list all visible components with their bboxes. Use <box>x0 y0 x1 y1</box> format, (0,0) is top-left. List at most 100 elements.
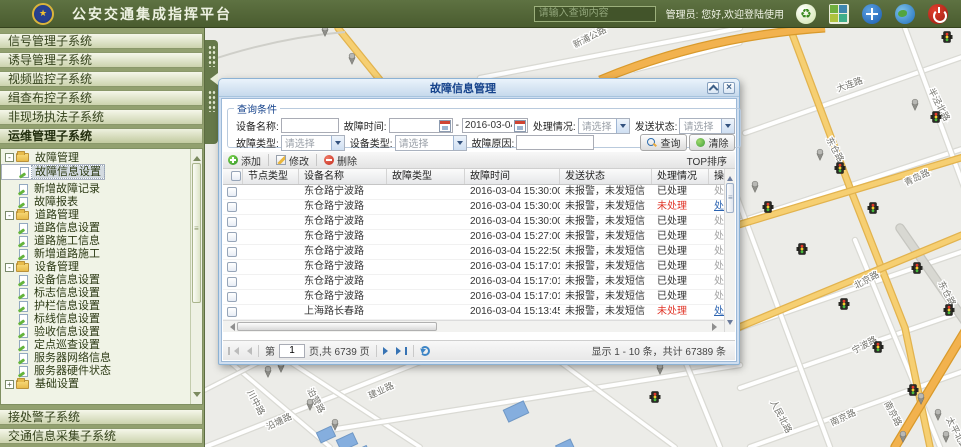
modify-button[interactable]: 修改 <box>271 153 314 168</box>
search-button[interactable]: 查询 <box>640 134 687 151</box>
refresh-icon[interactable] <box>420 346 430 356</box>
tree-leaf-item[interactable]: 新增故障记录 <box>1 183 189 196</box>
tree-folder-item[interactable]: +基础设置 <box>1 378 189 391</box>
header-checkbox[interactable] <box>231 171 241 181</box>
scroll-right-icon[interactable] <box>712 323 721 331</box>
tree-leaf-item[interactable]: 标志信息设置 <box>1 287 189 300</box>
row-checkbox[interactable] <box>227 262 237 272</box>
tree-leaf-item[interactable]: 验收信息设置 <box>1 326 189 339</box>
delete-button[interactable]: 删除 <box>319 153 362 168</box>
globe-icon[interactable] <box>895 4 915 24</box>
tree-leaf-item[interactable]: 设备信息设置 <box>1 274 189 287</box>
sidebar-panel-交通信息采集子系统[interactable]: 交通信息采集子系统 <box>0 428 203 444</box>
column-header-节点类型[interactable]: 节点类型 <box>243 169 299 184</box>
column-header-发送状态[interactable]: 发送状态 <box>560 169 652 184</box>
tree-scrollbar[interactable] <box>190 149 202 404</box>
scroll-up-icon[interactable] <box>193 152 201 161</box>
sidebar-panel-诱导管理子系统[interactable]: 诱导管理子系统 <box>0 52 203 68</box>
dialog-titlebar[interactable]: 故障信息管理 × <box>219 79 739 97</box>
tree-folder-item[interactable]: -道路管理 <box>1 209 189 222</box>
scroll-thumb[interactable] <box>192 163 201 303</box>
fault-type-select[interactable]: 请选择 <box>281 135 345 151</box>
calendar-icon[interactable] <box>439 120 451 132</box>
vscroll-thumb[interactable] <box>726 183 734 213</box>
header-search-input[interactable] <box>534 6 656 22</box>
first-page-button[interactable] <box>228 347 239 355</box>
row-checkbox[interactable] <box>227 292 237 302</box>
row-checkbox[interactable] <box>227 307 237 317</box>
scroll-up-icon[interactable] <box>727 173 733 181</box>
sidebar-collapse-handle[interactable] <box>205 40 218 144</box>
device-type-select[interactable]: 请选择 <box>395 135 467 151</box>
table-hscrollbar[interactable] <box>223 320 724 332</box>
tree-leaf-item[interactable]: 新增道路施工 <box>1 248 189 261</box>
row-checkbox[interactable] <box>227 247 237 257</box>
sidebar-panel-非现场执法子系统[interactable]: 非现场执法子系统 <box>0 109 203 125</box>
tree-leaf-item[interactable]: 故障报表 <box>1 196 189 209</box>
row-checkbox[interactable] <box>227 232 237 242</box>
table-row[interactable]: 东仓路宁波路2016-03-04 15:17:01未报警，未发短信已处理处理 <box>223 260 735 275</box>
recycle-icon[interactable]: ♻ <box>796 4 816 24</box>
row-checkbox[interactable] <box>227 277 237 287</box>
fault-time-to-input[interactable] <box>463 119 514 132</box>
tree-folder-item[interactable]: -故障管理 <box>1 151 189 164</box>
handle-status-select[interactable]: 请选择 <box>578 118 630 134</box>
table-row[interactable]: 东仓路宁波路2016-03-04 15:22:50未报警，未发短信已处理处理 <box>223 245 735 260</box>
fault-reason-input[interactable] <box>516 135 594 150</box>
column-header-故障类型[interactable]: 故障类型 <box>387 169 465 184</box>
tree-folder-item[interactable]: -设备管理 <box>1 261 189 274</box>
tree-leaf-item[interactable]: 服务器硬件状态 <box>1 365 189 378</box>
table-row[interactable]: 东仓路宁波路2016-03-04 15:17:01未报警，未发短信已处理处理 <box>223 290 735 305</box>
sidebar-panel-信号管理子系统[interactable]: 信号管理子系统 <box>0 33 203 49</box>
table-row[interactable]: 上海路长春路2016-03-04 15:13:45未报警，未发短信未处理处理 <box>223 305 735 320</box>
table-row[interactable]: 东仓路宁波路2016-03-04 15:17:01未报警，未发短信已处理处理 <box>223 275 735 290</box>
add-button[interactable]: 添加 <box>223 153 266 168</box>
hscroll-thumb[interactable] <box>237 322 437 331</box>
top-sort-link[interactable]: TOP排序 <box>687 153 727 168</box>
tree-toggle-icon[interactable]: + <box>5 380 14 389</box>
tree-leaf-item[interactable]: 故障信息设置 <box>1 164 105 180</box>
sidebar-panel-缉查布控子系统[interactable]: 缉查布控子系统 <box>0 90 203 106</box>
page-number-input[interactable] <box>279 344 305 358</box>
tree-toggle-icon[interactable]: - <box>5 211 14 220</box>
table-row[interactable]: 东仓路宁波路2016-03-04 15:30:00未报警，未发短信未处理处理 <box>223 200 735 215</box>
plus-icon[interactable] <box>862 4 882 24</box>
column-header-处理情况[interactable]: 处理情况 <box>652 169 709 184</box>
calendar-icon[interactable] <box>514 120 526 132</box>
scroll-left-icon[interactable] <box>226 323 235 331</box>
tree-leaf-item[interactable]: 护栏信息设置 <box>1 300 189 313</box>
tree-leaf-item[interactable]: 道路信息设置 <box>1 222 189 235</box>
tree-leaf-item[interactable]: 定点巡查设置 <box>1 339 189 352</box>
prev-page-button[interactable] <box>243 347 252 355</box>
row-checkbox[interactable] <box>227 217 237 227</box>
map-canvas[interactable]: 新浦公路大连路半泾北路东仓路青岛路北京路东仓路宁波路人民北路南京路南京路太平北路… <box>205 28 961 447</box>
scroll-down-icon[interactable] <box>727 320 733 328</box>
next-page-button[interactable] <box>383 347 392 355</box>
table-row[interactable]: 东仓路宁波路2016-03-04 15:30:00未报警，未发短信已处理处理 <box>223 215 735 230</box>
table-row[interactable]: 东仓路宁波路2016-03-04 15:27:00未报警，未发短信已处理处理 <box>223 230 735 245</box>
power-icon[interactable] <box>928 4 948 24</box>
tree-toggle-icon[interactable]: - <box>5 263 14 272</box>
column-header-故障时间[interactable]: 故障时间 <box>465 169 560 184</box>
tree-toggle-icon[interactable]: - <box>5 153 14 162</box>
table-vscrollbar[interactable] <box>724 169 735 332</box>
tree-leaf-item[interactable]: 服务器网络信息 <box>1 352 189 365</box>
table-row[interactable]: 东仓路宁波路2016-03-04 15:30:00未报警，未发短信已处理处理 <box>223 185 735 200</box>
fault-time-from-input[interactable] <box>390 119 439 132</box>
sidebar-panel-视频监控子系统[interactable]: 视频监控子系统 <box>0 71 203 87</box>
dialog-collapse-icon[interactable] <box>707 82 719 94</box>
last-page-button[interactable] <box>396 347 407 355</box>
grid-apps-icon[interactable] <box>829 4 849 24</box>
row-checkbox[interactable] <box>227 187 237 197</box>
dialog-close-icon[interactable]: × <box>723 82 735 94</box>
tree-leaf-item[interactable]: 标线信息设置 <box>1 313 189 326</box>
row-checkbox[interactable] <box>227 202 237 212</box>
device-name-input[interactable] <box>281 118 339 133</box>
sidebar-panel-运维管理子系统[interactable]: 运维管理子系统 <box>0 128 203 144</box>
column-header-设备名称[interactable]: 设备名称 <box>299 169 387 184</box>
sidebar-panel-接处警子系统[interactable]: 接处警子系统 <box>0 409 203 425</box>
tree-leaf-item[interactable]: 道路施工信息 <box>1 235 189 248</box>
send-status-select[interactable]: 请选择 <box>679 118 735 134</box>
clear-button[interactable]: 清除 <box>689 134 735 151</box>
scroll-down-icon[interactable] <box>193 392 201 401</box>
